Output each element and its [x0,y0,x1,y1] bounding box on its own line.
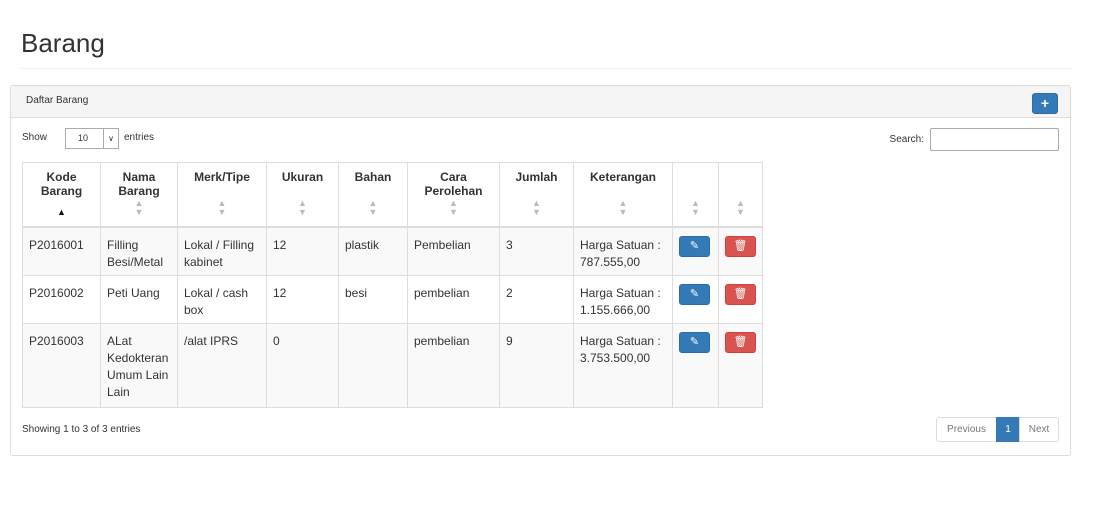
cell-keterangan: Harga Satuan : 3.753.500,00 [573,323,673,408]
sort-icon: ▲ ▼ [618,197,628,217]
previous-page-button[interactable]: Previous [936,417,997,442]
column-label: Jumlah [515,170,558,184]
cell-bahan: besi [338,275,408,324]
table-info: Showing 1 to 3 of 3 entries [22,424,141,435]
cell-bahan [338,323,408,408]
cell-cara: Pembelian [407,226,500,276]
cell-jumlah: 9 [499,323,574,408]
entries-length-value: 10 [78,133,89,143]
column-header-cara-perolehan[interactable]: Cara Perolehan ▲ ▼ [407,162,500,228]
page-1-button[interactable]: 1 [996,417,1020,442]
delete-button[interactable]: 🗑 [725,284,756,305]
cell-jumlah: 2 [499,275,574,324]
search-input[interactable] [930,128,1059,151]
sort-icon: ▲ ▼ [736,197,745,217]
cell-jumlah: 3 [499,226,574,276]
chevron-down-icon: ∨ [103,129,118,148]
column-label: Nama Barang [118,170,160,198]
search-label: Search: [889,134,924,145]
cell-edit: ✎ [672,275,719,324]
plus-icon: + [1040,95,1050,111]
column-label: Kode Barang [40,170,83,198]
column-label: Ukuran [281,170,324,184]
edit-button[interactable]: ✎ [679,332,710,353]
delete-button[interactable]: 🗑 [725,235,756,257]
column-label: Keterangan [589,170,657,184]
cell-delete: 🗑 [718,226,763,276]
next-page-button[interactable]: Next [1019,417,1059,442]
sort-icon: ▲ ▼ [368,197,378,217]
edit-icon: ✎ [689,336,700,348]
sort-icon: ▲ ▼ [691,197,700,217]
cell-delete: 🗑 [718,275,763,324]
cell-kode: P2016003 [22,323,101,408]
sort-icon: ▲ ▼ [298,197,307,217]
sort-icon: ▲ ▼ [449,197,458,217]
entries-length-select[interactable]: 10 ∨ [65,128,119,149]
add-item-button[interactable]: + [1032,93,1058,114]
cell-keterangan: Harga Satuan : 1.155.666,00 [573,275,673,324]
delete-button[interactable]: 🗑 [725,332,756,353]
panel-heading: Daftar Barang + [11,86,1070,118]
trash-icon: 🗑 [733,239,748,252]
page-title: Barang [21,28,105,58]
column-label: Merk/Tipe [194,170,250,184]
trash-icon: 🗑 [733,336,748,348]
cell-merk: Lokal / cash box [177,275,267,324]
pagination: Previous 1 Next [936,417,1059,442]
panel-title: Daftar Barang [26,95,89,106]
sort-ascending-icon: ▲ [57,206,66,217]
edit-icon: ✎ [689,239,700,252]
column-header-bahan[interactable]: Bahan ▲ ▼ [338,162,408,228]
column-header-kode-barang[interactable]: Kode Barang ▲ [22,162,101,228]
column-header-nama-barang[interactable]: Nama Barang ▲ ▼ [100,162,178,228]
cell-bahan: plastik [338,226,408,276]
cell-merk: Lokal / Filling kabinet [177,226,267,276]
cell-delete: 🗑 [718,323,763,408]
cell-kode: P2016002 [22,275,101,324]
table-row: P2016001 Filling Besi/Metal Lokal / Fill… [22,226,763,276]
cell-cara: pembelian [407,275,500,324]
column-header-jumlah[interactable]: Jumlah ▲ ▼ [499,162,574,228]
column-header-merk-tipe[interactable]: Merk/Tipe ▲ ▼ [177,162,267,228]
column-header-edit[interactable]: ▲ ▼ [672,162,719,228]
column-header-keterangan[interactable]: Keterangan ▲ ▼ [573,162,673,228]
cell-ukuran: 12 [266,275,339,324]
trash-icon: 🗑 [733,288,748,300]
length-suffix: entries [124,132,155,143]
column-header-ukuran[interactable]: Ukuran ▲ ▼ [266,162,339,228]
cell-edit: ✎ [672,323,719,408]
cell-nama: Filling Besi/Metal [100,226,178,276]
cell-merk: /alat IPRS [177,323,267,408]
edit-button[interactable]: ✎ [679,284,710,305]
edit-button[interactable]: ✎ [679,235,710,257]
table-header-row: Kode Barang ▲ Nama Barang ▲ ▼ Merk/Tipe ▲ ▼ … [22,162,763,228]
column-label: Bahan [354,170,392,184]
cell-ukuran: 12 [266,226,339,276]
cell-nama: Peti Uang [100,275,178,324]
cell-cara: pembelian [407,323,500,408]
edit-icon: ✎ [689,288,700,300]
items-panel: Daftar Barang + Show 10 ∨ entries Search… [10,85,1071,456]
column-label: Cara Perolehan [424,170,483,198]
items-table: Kode Barang ▲ Nama Barang ▲ ▼ Merk/Tipe ▲ ▼ … [22,162,763,408]
length-prefix: Show [22,132,48,143]
cell-ukuran: 0 [266,323,339,408]
cell-kode: P2016001 [22,226,101,276]
table-row: P2016002 Peti Uang Lokal / cash box 12 b… [22,275,763,324]
table-row: P2016003 ALat Kedokteran Umum Lain Lain … [22,323,763,408]
column-header-delete[interactable]: ▲ ▼ [718,162,763,228]
sort-icon: ▲ ▼ [217,197,227,217]
title-divider [21,68,1071,69]
cell-nama: ALat Kedokteran Umum Lain Lain [100,323,178,408]
cell-keterangan: Harga Satuan : 787.555,00 [573,226,673,276]
cell-edit: ✎ [672,226,719,276]
sort-icon: ▲ ▼ [532,197,541,217]
sort-icon: ▲ ▼ [134,197,144,217]
